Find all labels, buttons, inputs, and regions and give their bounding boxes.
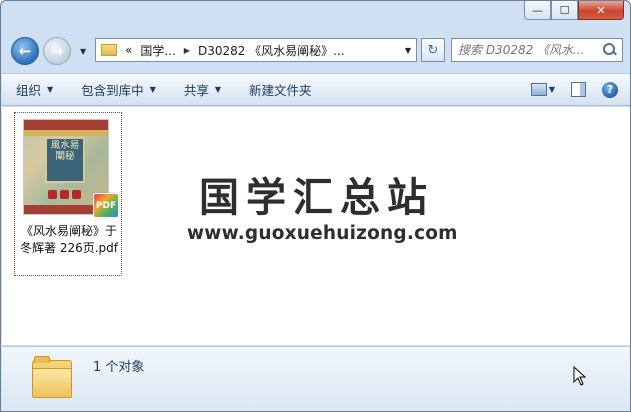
explorer-window: — ☐ ✕ ← → ▼ « 国学... ▶ D30282 《风水易阐秘》... … xyxy=(0,0,631,412)
recent-pages-dropdown[interactable]: ▼ xyxy=(80,47,86,56)
cover-seals xyxy=(48,190,81,199)
file-item[interactable]: 風水易闡秘 PDF 《风水易阐秘》于冬辉著 226页.pdf xyxy=(14,112,122,276)
breadcrumb-segment[interactable]: D30282 《风水易阐秘》... xyxy=(194,42,349,59)
include-in-library-menu[interactable]: 包含到库中 ▼ xyxy=(67,74,170,105)
forward-button[interactable]: → xyxy=(43,37,71,65)
include-in-library-label: 包含到库中 xyxy=(81,83,144,98)
search-icon[interactable] xyxy=(602,42,618,58)
seal-icon xyxy=(48,190,57,199)
item-count: 1 个对象 xyxy=(93,360,145,375)
breadcrumb-segment[interactable]: 国学... xyxy=(136,42,179,59)
toolbar-right-group: ▼ ? xyxy=(521,74,630,105)
change-view-icon[interactable] xyxy=(530,83,547,96)
breadcrumb-separator-icon[interactable]: ▶ xyxy=(180,46,194,55)
dropdown-arrow-icon: ▼ xyxy=(47,85,54,94)
new-folder-button[interactable]: 新建文件夹 xyxy=(235,74,326,105)
dropdown-arrow-icon: ▼ xyxy=(149,85,156,94)
share-menu[interactable]: 共享 ▼ xyxy=(170,74,235,105)
cover-title: 風水易闡秘 xyxy=(45,137,85,183)
folder-icon xyxy=(101,44,117,56)
folder-icon xyxy=(32,356,72,400)
preview-pane-icon[interactable] xyxy=(571,82,586,97)
pdf-file-icon: PDF xyxy=(93,193,119,218)
dropdown-arrow-icon: ▼ xyxy=(214,85,222,94)
cover-gold-band xyxy=(24,130,108,136)
mouse-cursor-icon xyxy=(573,366,587,386)
organize-label: 组织 xyxy=(16,83,42,98)
share-label: 共享 xyxy=(183,83,209,98)
folder-front xyxy=(32,368,72,398)
address-dropdown-button[interactable]: ▼ xyxy=(400,46,416,55)
minimize-button[interactable]: — xyxy=(524,1,551,20)
new-folder-label: 新建文件夹 xyxy=(249,83,312,98)
refresh-button[interactable]: ↻ xyxy=(421,38,445,62)
search-box[interactable] xyxy=(451,38,623,62)
seal-icon xyxy=(60,190,69,199)
address-bar[interactable]: « 国学... ▶ D30282 《风水易阐秘》... ▼ xyxy=(95,38,417,62)
help-icon[interactable]: ? xyxy=(602,81,618,98)
breadcrumb-overflow[interactable]: « xyxy=(121,43,136,57)
command-bar: 组织 ▼ 包含到库中 ▼ 共享 ▼ 新建文件夹 ▼ ? xyxy=(2,73,630,106)
maximize-button[interactable]: ☐ xyxy=(551,1,578,20)
organize-menu[interactable]: 组织 ▼ xyxy=(2,74,67,105)
close-button[interactable]: ✕ xyxy=(578,1,624,20)
watermark-title: 国学汇总站 xyxy=(199,175,434,221)
window-controls: — ☐ ✕ xyxy=(524,1,624,20)
view-options-dropdown[interactable]: ▼ xyxy=(549,85,555,94)
details-pane: 1 个对象 xyxy=(2,346,630,411)
navigation-bar: ← → ▼ « 国学... ▶ D30282 《风水易阐秘》... ▼ ↻ xyxy=(1,31,630,69)
search-input[interactable] xyxy=(452,40,598,60)
title-bar: — ☐ ✕ xyxy=(1,1,630,31)
watermark-url: www.guoxuehuizong.com xyxy=(187,223,458,244)
file-list-area[interactable]: 風水易闡秘 PDF 《风水易阐秘》于冬辉著 226页.pdf 国学汇总站 www… xyxy=(2,107,630,345)
back-button[interactable]: ← xyxy=(11,37,39,65)
file-name[interactable]: 《风水易阐秘》于冬辉著 226页.pdf xyxy=(17,223,121,257)
seal-icon xyxy=(72,190,81,199)
folder-tab xyxy=(34,356,50,363)
cover-top-band xyxy=(24,120,108,130)
